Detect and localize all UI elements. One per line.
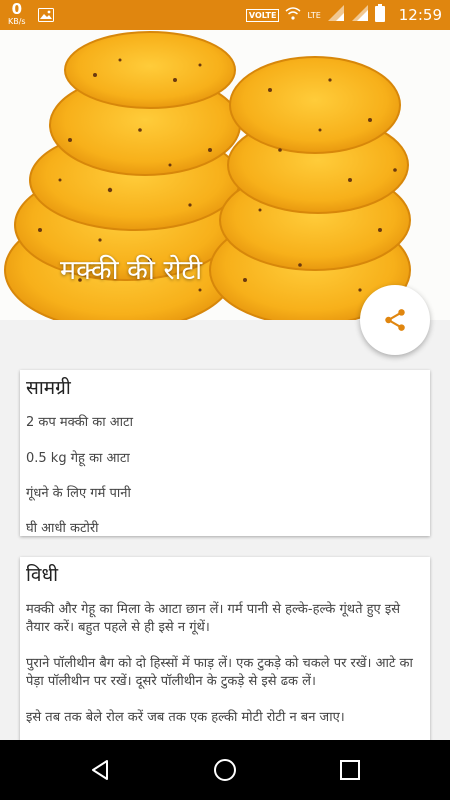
network-speed-value: 0 [11,0,23,18]
recipe-hero-image: मक्की की रोटी [0,30,450,320]
share-button[interactable] [360,285,430,355]
share-icon [385,309,405,331]
network-speed-unit: KB/s [8,17,26,26]
wifi-signal-icon [285,6,301,25]
image-notification-icon [37,7,54,26]
system-navigation-bar [0,740,450,800]
method-step: पुराने पॉलीथीन बैग को दो हिस्सों में फाड… [26,656,413,689]
ingredients-title: सामग्री [26,377,71,399]
home-button[interactable] [209,754,241,786]
ingredient-item: गूंधने के लिए गर्म पानी [26,486,131,501]
network-speed: 0 KB/s [8,2,26,26]
method-step: इसे तब तक बेले रोल करें जब तक एक हल्की म… [26,710,345,725]
method-step: मक्की और गेहू का मिला के आटा छान लें। गर… [26,602,401,635]
home-circle-icon [214,759,236,781]
status-bar: 0 KB/s VOLTE LTE 12:59 [0,0,450,30]
back-button[interactable] [84,754,116,786]
status-left: 0 KB/s [8,2,54,26]
back-triangle-icon [92,760,108,780]
ingredients-card: सामग्री 2 कप मक्की का आटा 0.5 kg गेहू का… [20,370,430,536]
recents-square-icon [340,760,360,780]
method-card: विधी मक्की और गेहू का मिला के आटा छान ले… [20,557,430,747]
status-right: VOLTE LTE 12:59 [245,0,442,30]
signal-strength-icon-1 [327,4,345,26]
method-body: मक्की और गेहू का मिला के आटा छान लें। गर… [20,587,430,727]
lte-label: LTE [307,10,321,20]
ingredient-item: घी आधी कटोरी [26,521,99,536]
ingredient-item: 2 कप मक्की का आटा [26,415,133,430]
method-title: विधी [26,564,59,586]
volte-badge: VOLTE [245,8,280,22]
recipe-title: मक्की की रोटी [60,255,203,286]
clock-time: 12:59 [398,6,442,24]
ingredient-item: 0.5 kg गेहू का आटा [26,451,130,466]
recents-button[interactable] [334,754,366,786]
battery-icon [374,4,385,26]
signal-strength-icon-2 [351,4,369,26]
